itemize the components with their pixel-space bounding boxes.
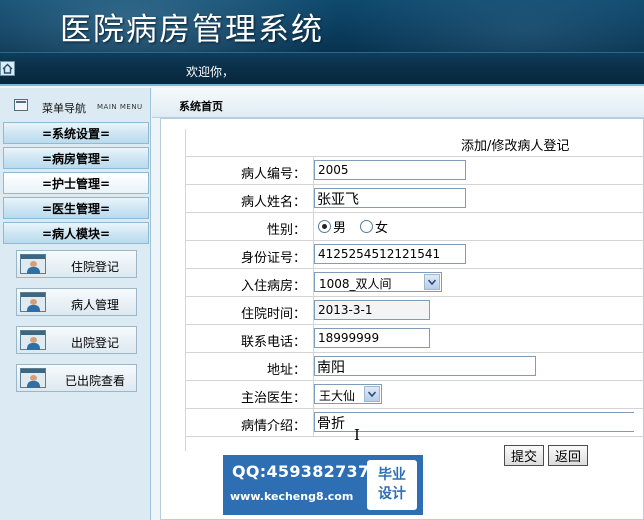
sidebar-item-admission[interactable]: 住院登记 <box>16 250 137 278</box>
chevron-down-icon[interactable] <box>424 274 440 290</box>
sidebar-item-discharge[interactable]: 出院登记 <box>16 326 137 354</box>
phone-input[interactable]: 18999999 <box>314 328 430 348</box>
ward-select[interactable]: 1008_双人间 <box>314 272 442 292</box>
sidebar-item-label: 住院登记 <box>70 260 119 274</box>
welcome-bar: 欢迎你， <box>0 52 644 86</box>
patient-icon <box>20 292 46 312</box>
patient-id-input[interactable]: 2005 <box>314 160 466 180</box>
gender-male-label: 男 <box>333 221 347 236</box>
row-gender: 性别： <box>185 212 644 241</box>
welcome-text: 欢迎你， <box>186 65 235 79</box>
ward-select-value: 1008_双人间 <box>319 277 392 291</box>
label-address: 地址： <box>266 363 306 378</box>
text-cursor-icon: I <box>354 426 360 444</box>
category-patient-module[interactable]: =病人模块= <box>3 222 149 244</box>
submit-button[interactable]: 提交 <box>504 445 544 466</box>
label-id-card: 身份证号： <box>240 251 306 266</box>
sidebar: 菜单导航 MAIN MENU =系统设置= =病房管理= =护士管理= =医生管… <box>0 88 151 520</box>
breadcrumb[interactable]: 系统首页 <box>179 98 223 114</box>
gender-male-radio[interactable] <box>318 220 331 233</box>
label-ward: 入住病房： <box>240 279 306 294</box>
sidebar-item-patient-management[interactable]: 病人管理 <box>16 288 137 316</box>
form-caption: 添加/修改病人登记 <box>461 139 570 154</box>
doctor-select-value: 王大仙 <box>319 389 356 403</box>
header-banner: 医院病房管理系统 <box>0 0 644 52</box>
row-bottom-line <box>185 436 644 437</box>
sidebar-item-label: 出院登记 <box>70 336 119 350</box>
label-gender: 性别： <box>266 223 306 238</box>
watermark-badge-line1: 毕业 <box>378 467 406 483</box>
label-patient-name: 病人姓名： <box>240 195 306 210</box>
chevron-down-icon[interactable] <box>364 386 380 402</box>
patient-icon <box>20 254 46 274</box>
patient-icon <box>20 368 46 388</box>
watermark-badge: 毕业 设计 <box>367 460 417 510</box>
category-system-settings[interactable]: =系统设置= <box>3 122 149 144</box>
sidebar-item-discharged-list[interactable]: 已出院查看 <box>16 364 137 392</box>
address-input[interactable]: 南阳 <box>314 356 536 376</box>
menu-header: 菜单导航 MAIN MENU <box>0 94 151 118</box>
watermark-qq: QQ:459382737 <box>232 462 370 481</box>
watermark-url: www.kecheng8.com <box>230 490 354 503</box>
sidebar-item-label: 已出院查看 <box>64 374 125 388</box>
gender-female-radio[interactable] <box>360 220 373 233</box>
gender-female-label: 女 <box>375 221 389 236</box>
patient-icon <box>20 330 46 350</box>
label-description: 病情介绍： <box>240 419 306 434</box>
sidebar-item-label: 病人管理 <box>70 298 119 312</box>
admit-date-input[interactable]: 2013-3-1 <box>314 300 430 320</box>
watermark: QQ:459382737 www.kecheng8.com 毕业 设计 <box>223 455 423 515</box>
category-ward-management[interactable]: =病房管理= <box>3 147 149 169</box>
id-card-input[interactable]: 4125254512121541 <box>314 244 466 264</box>
category-doctor-management[interactable]: =医生管理= <box>3 197 149 219</box>
breadcrumb-bar: 系统首页 <box>152 88 644 118</box>
home-icon[interactable] <box>0 61 15 76</box>
row-doctor: 主治医生： <box>185 380 644 409</box>
label-phone: 联系电话： <box>240 335 306 350</box>
menu-title: 菜单导航 <box>42 102 86 115</box>
label-admit-date: 住院时间： <box>240 307 306 322</box>
back-button[interactable]: 返回 <box>548 445 588 466</box>
site-title: 医院病房管理系统 <box>60 12 324 48</box>
label-patient-id: 病人编号： <box>240 167 306 182</box>
menu-icon <box>14 99 28 111</box>
menu-subtitle: MAIN MENU <box>97 103 143 111</box>
patient-name-input[interactable]: 张亚飞 <box>314 188 466 208</box>
label-doctor: 主治医生： <box>240 391 306 406</box>
description-input[interactable]: 骨折 <box>314 412 634 432</box>
doctor-select[interactable]: 王大仙 <box>314 384 382 404</box>
watermark-badge-line2: 设计 <box>378 486 406 502</box>
category-nurse-management[interactable]: =护士管理= <box>3 172 149 194</box>
